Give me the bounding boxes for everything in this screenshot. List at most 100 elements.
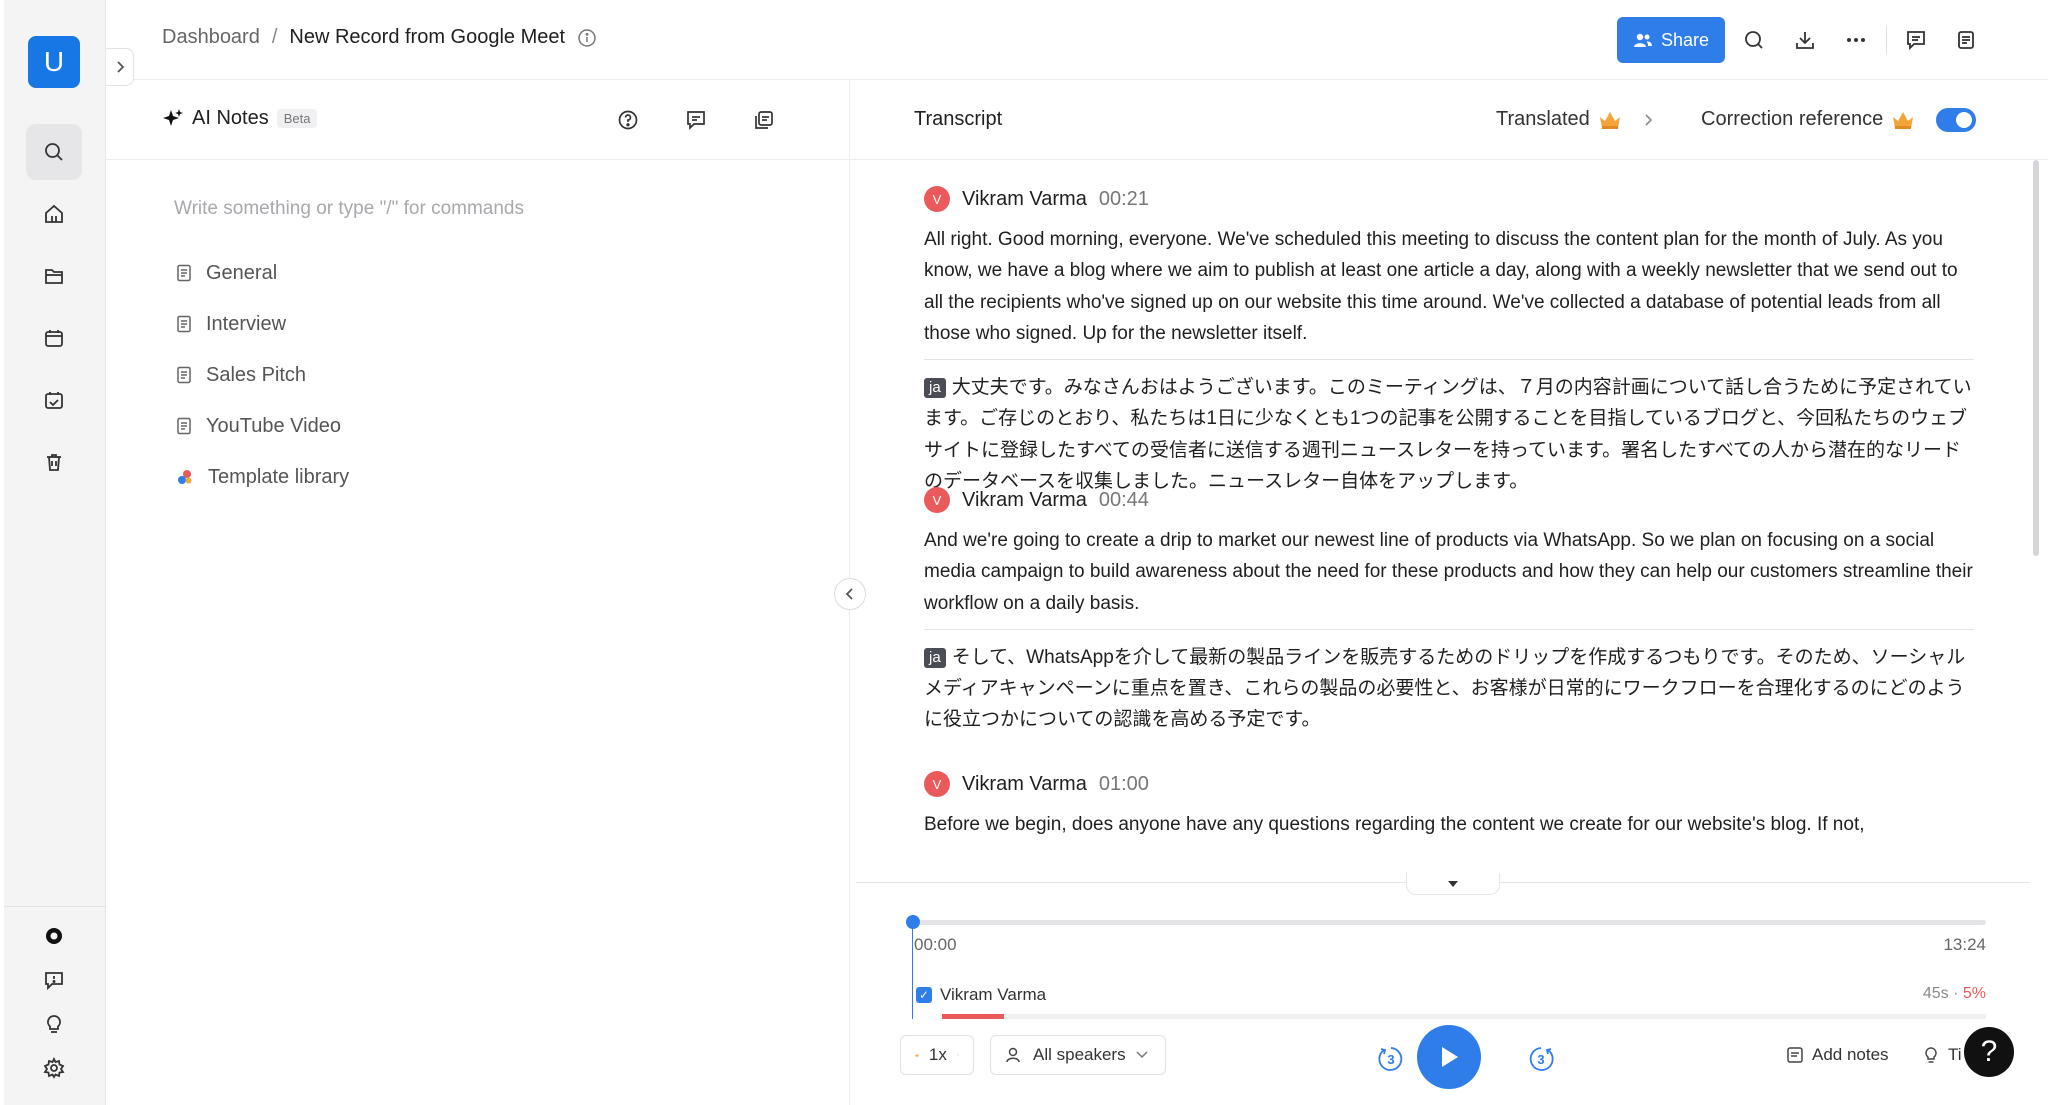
segment-text[interactable]: And we're going to create a drip to mark… [924, 525, 1974, 619]
document-icon [177, 366, 191, 384]
breadcrumb-dashboard-link[interactable]: Dashboard [162, 26, 260, 49]
playback-speed-select[interactable]: 1x [900, 1035, 974, 1075]
gear-icon [43, 1057, 65, 1079]
audio-player: 00:00 13:24 ✓ Vikram Varma 45s · 5% 1x A… [856, 873, 2030, 1105]
speaker-seconds: 45s [1922, 985, 1949, 1002]
transcript-title: Transcript [914, 108, 1003, 130]
correction-reference-toggle-group: Correction reference [1701, 108, 1915, 131]
caret-down-icon [1448, 880, 1458, 887]
rewind-seconds: 3 [1387, 1051, 1395, 1067]
rewind-button[interactable]: 3 [1375, 1043, 1407, 1075]
speaker-name[interactable]: Vikram Varma [962, 489, 1087, 512]
segment-translation[interactable]: ja そして、WhatsAppを介して最新の製品ラインを販売するためのドリップを作… [924, 642, 1974, 736]
notes-panel-button[interactable] [1948, 22, 1984, 58]
help-button[interactable]: ? [1964, 1027, 2014, 1077]
speaker-timeline-segment[interactable] [942, 1014, 1004, 1019]
speaker-row-name: Vikram Varma [940, 985, 1047, 1004]
document-icon [177, 264, 191, 282]
tips-button[interactable]: Ti [1922, 1045, 1962, 1065]
template-item-general[interactable]: General [176, 256, 277, 290]
add-notes-button[interactable]: Add notes [1786, 1045, 1889, 1065]
note-icon [1787, 1047, 1803, 1063]
translated-label: Translated [1496, 108, 1590, 130]
segment-timestamp[interactable]: 00:21 [1099, 188, 1149, 211]
segment-text[interactable]: Before we begin, does anyone have any qu… [924, 809, 1974, 840]
collapse-notes-button[interactable] [834, 578, 866, 610]
settings-rail-button[interactable] [26, 1040, 82, 1096]
beta-badge: Beta [276, 109, 318, 128]
forward-button[interactable]: 3 [1525, 1043, 1557, 1075]
download-button[interactable] [1787, 22, 1823, 58]
template-label: Interview [206, 312, 287, 335]
translated-selector[interactable]: Translated [1496, 108, 1654, 131]
translation-text: 大丈夫です。みなさんおはようございます。このミーティングは、７月の内容計画につい… [924, 377, 1972, 493]
notes-chat-button[interactable] [680, 104, 712, 136]
segment-divider [924, 359, 1974, 361]
speaker-checkbox[interactable]: ✓ [916, 987, 932, 1003]
notes-copy-button[interactable] [748, 104, 780, 136]
ai-notes-header: AI Notes Beta [106, 80, 850, 160]
transcript-segment: V Vikram Varma 00:44 And we're going to … [924, 485, 1974, 736]
document-icon [1958, 31, 1974, 49]
play-button[interactable] [1417, 1025, 1481, 1089]
schedule-rail-button[interactable] [26, 372, 82, 428]
download-icon [1796, 32, 1814, 49]
workspace-avatar[interactable]: U [28, 36, 80, 88]
current-time: 00:00 [914, 935, 957, 954]
search-transcript-button[interactable] [1736, 22, 1772, 58]
comment-icon [1907, 31, 1925, 51]
notes-editor-placeholder[interactable]: Write something or type "/" for commands [174, 198, 524, 220]
folder-icon [45, 269, 63, 284]
info-icon[interactable] [577, 28, 597, 48]
template-library-link[interactable]: Template library [176, 460, 349, 494]
trash-rail-button[interactable] [26, 434, 82, 490]
search-rail-button[interactable] [26, 124, 82, 180]
speaker-name[interactable]: Vikram Varma [962, 188, 1087, 211]
playback-scrubber[interactable] [906, 915, 920, 929]
template-item-youtube-video[interactable]: YouTube Video [176, 409, 341, 443]
left-rail: U [4, 0, 106, 1105]
playback-timeline[interactable] [912, 920, 1986, 925]
notes-help-button[interactable] [612, 104, 644, 136]
speaker-name[interactable]: Vikram Varma [962, 773, 1087, 796]
comments-button[interactable] [1898, 22, 1934, 58]
speaker-filter-row[interactable]: ✓ Vikram Varma [916, 985, 1046, 1005]
segment-timestamp[interactable]: 00:44 [1099, 489, 1149, 512]
trash-icon [47, 454, 61, 471]
search-icon [1745, 31, 1763, 49]
files-rail-button[interactable] [26, 248, 82, 304]
home-icon [45, 204, 63, 223]
more-options-button[interactable] [1838, 22, 1874, 58]
segment-text[interactable]: All right. Good morning, everyone. We've… [924, 224, 1974, 349]
segment-timestamp[interactable]: 01:00 [1099, 773, 1149, 796]
speaker-avatar: V [924, 186, 950, 212]
segment-speaker-row: V Vikram Varma 00:44 [924, 485, 1974, 515]
chat-edit-icon [687, 111, 705, 131]
page-title[interactable]: New Record from Google Meet [289, 26, 565, 49]
speakers-filter-select[interactable]: All speakers [990, 1035, 1166, 1075]
transcript-scrollbar[interactable] [2033, 160, 2039, 556]
correction-reference-switch[interactable] [1936, 108, 1976, 132]
speaker-timeline[interactable] [942, 1014, 1986, 1019]
breadcrumb: Dashboard / New Record from Google Meet [162, 26, 597, 49]
share-button[interactable]: Share [1617, 17, 1725, 63]
total-duration: 13:24 [1943, 935, 1986, 954]
segment-speaker-row: V Vikram Varma 00:21 [924, 184, 1974, 214]
playback-speed-value: 1x [928, 1045, 947, 1064]
player-drawer-toggle[interactable] [1406, 873, 1500, 895]
template-item-interview[interactable]: Interview [176, 307, 286, 341]
transcript-segment: V Vikram Varma 01:00 Before we begin, do… [924, 769, 1974, 840]
crown-icon [1893, 111, 1914, 129]
transcript-scroll-area[interactable]: V Vikram Varma 00:21 All right. Good mor… [850, 160, 2048, 962]
forward-seconds: 3 [1537, 1051, 1545, 1067]
template-label: General [206, 261, 278, 284]
calendar-rail-button[interactable] [26, 310, 82, 366]
copy-icon [755, 111, 773, 129]
segment-speaker-row: V Vikram Varma 01:00 [924, 769, 1974, 799]
home-rail-button[interactable] [26, 186, 82, 242]
toolbar-divider [1886, 26, 1887, 54]
template-label: Sales Pitch [206, 363, 307, 386]
search-icon [45, 143, 63, 161]
template-item-sales-pitch[interactable]: Sales Pitch [176, 358, 306, 392]
segment-translation[interactable]: ja 大丈夫です。みなさんおはようございます。このミーティングは、７月の内容計画に… [924, 372, 1974, 497]
